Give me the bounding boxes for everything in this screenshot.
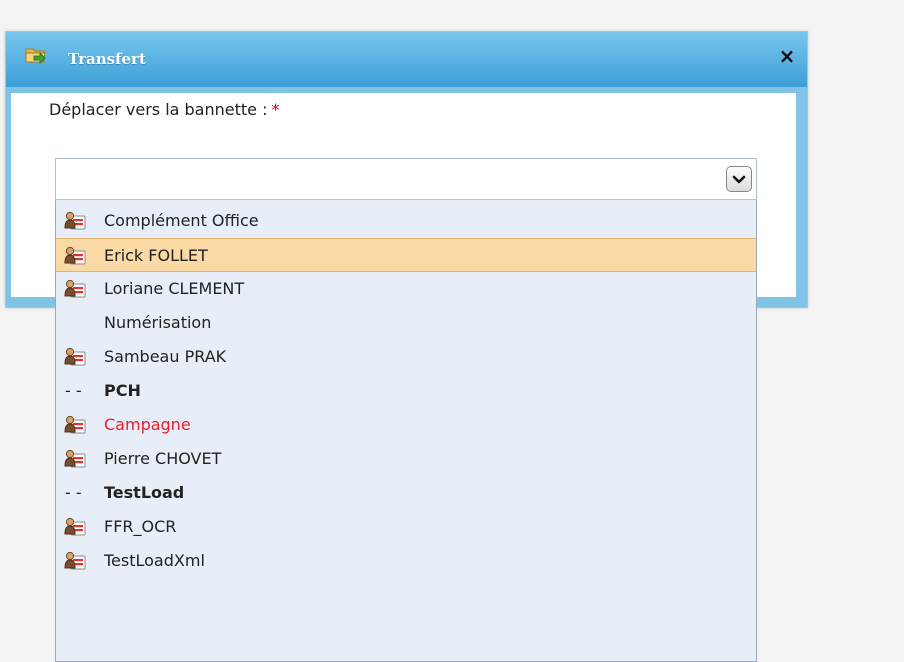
user-card-icon — [64, 210, 86, 232]
dropdown-option[interactable]: FFR_OCR — [56, 510, 756, 544]
dropdown-option[interactable]: Numérisation — [56, 306, 756, 340]
dropdown-option-label: TestLoadXml — [104, 551, 205, 570]
dialog-title: Transfert — [68, 50, 146, 68]
user-card-icon — [64, 245, 86, 267]
dropdown-option[interactable]: Loriane CLEMENT — [56, 272, 756, 306]
dropdown-option[interactable]: Pierre CHOVET — [56, 442, 756, 476]
dropdown-button[interactable] — [726, 166, 752, 192]
dropdown-option-label: Numérisation — [104, 313, 212, 332]
dialog-titlebar[interactable]: Transfert × — [6, 32, 807, 87]
user-card-icon — [64, 550, 86, 572]
dropdown-option[interactable]: Erick FOLLET — [56, 238, 756, 272]
close-icon[interactable]: × — [777, 46, 797, 66]
dropdown-option[interactable]: Complément Office — [56, 204, 756, 238]
field-label: Déplacer vers la bannette : * — [49, 100, 279, 119]
dropdown-option-label: Complément Office — [104, 211, 259, 230]
dropdown-option-label: Campagne — [104, 415, 191, 434]
dropdown-option-label: Loriane CLEMENT — [104, 279, 245, 298]
user-card-icon — [64, 414, 86, 436]
user-card-icon — [64, 346, 86, 368]
dropdown-option-label: FFR_OCR — [104, 517, 177, 536]
folder-transfer-icon — [25, 44, 47, 66]
bannette-select[interactable] — [55, 158, 757, 200]
dropdown-option-label: TestLoad — [104, 483, 185, 502]
user-card-icon — [64, 278, 86, 300]
chevron-down-icon — [732, 175, 746, 184]
dropdown-option[interactable]: Campagne — [56, 408, 756, 442]
group-prefix: - - — [65, 483, 82, 502]
dropdown-option-label: Erick FOLLET — [104, 246, 208, 265]
bannette-dropdown-list[interactable]: Complément Office Erick FOLLET Loriane CLE… — [55, 199, 757, 662]
user-card-icon — [64, 516, 86, 538]
required-marker: * — [271, 100, 280, 119]
dropdown-option-label: PCH — [104, 381, 141, 400]
dropdown-option[interactable]: TestLoadXml — [56, 544, 756, 578]
dropdown-option[interactable]: Sambeau PRAK — [56, 340, 756, 374]
field-label-text: Déplacer vers la bannette : — [49, 100, 268, 119]
user-card-icon — [64, 448, 86, 470]
dropdown-group-header[interactable]: - - PCH — [56, 374, 756, 408]
dropdown-option-label: Pierre CHOVET — [104, 449, 222, 468]
dropdown-group-header[interactable]: - - TestLoad — [56, 476, 756, 510]
dropdown-option-label: Sambeau PRAK — [104, 347, 227, 366]
group-prefix: - - — [65, 381, 82, 400]
